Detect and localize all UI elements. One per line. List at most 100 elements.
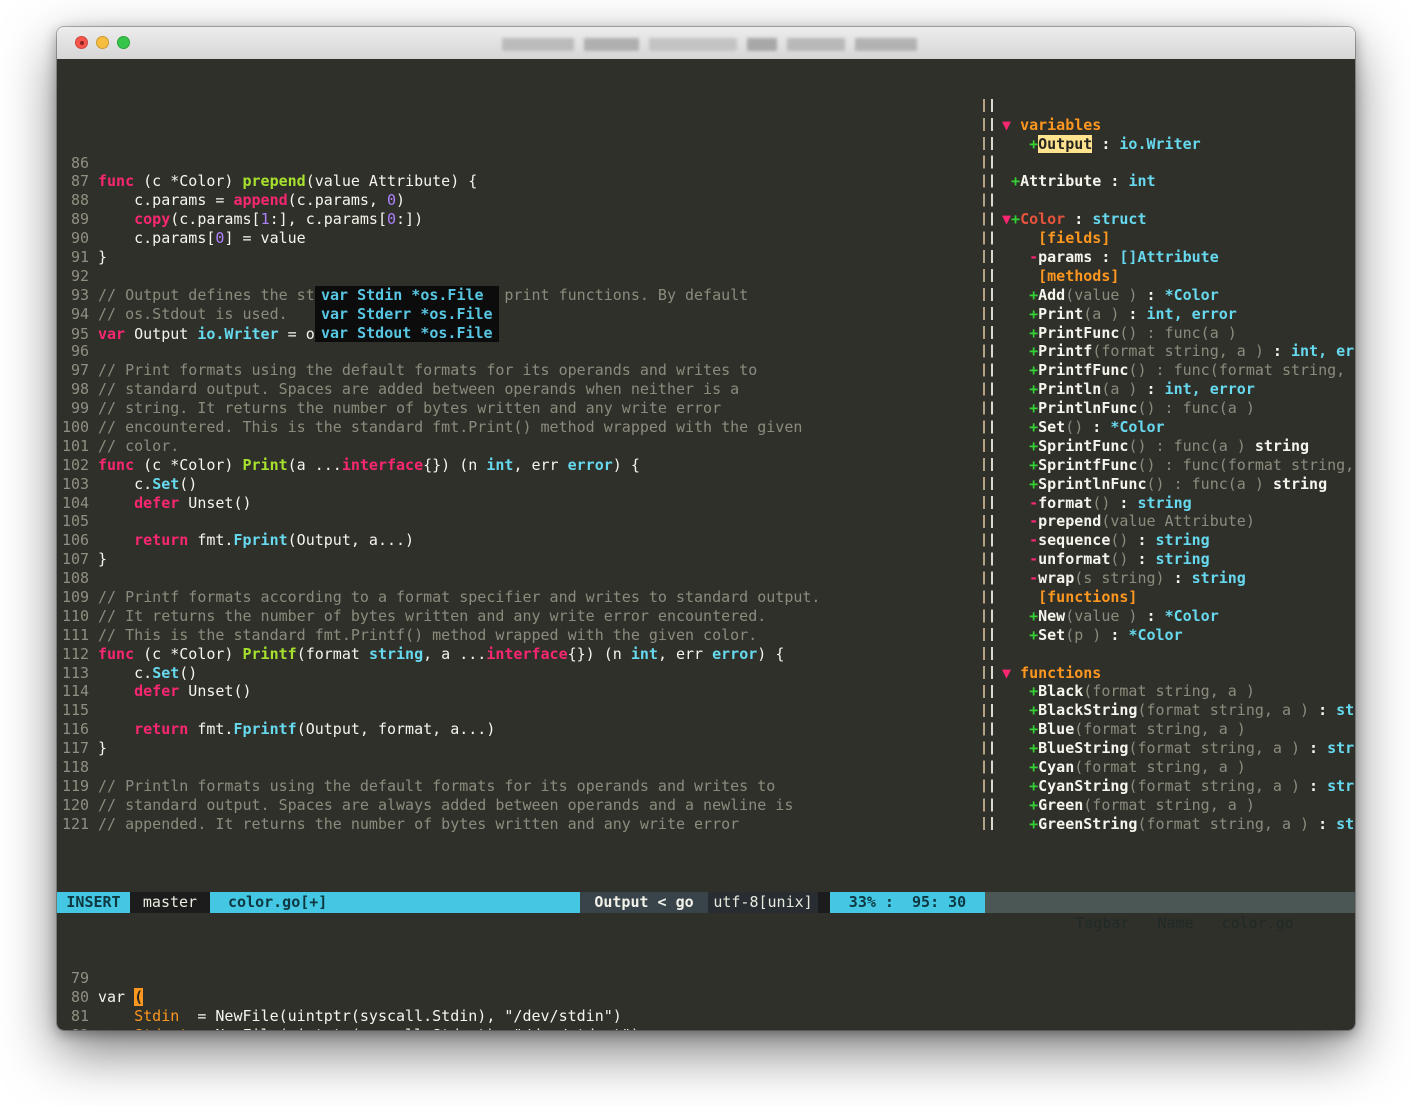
code-line[interactable]: 120// standard output. Spaces are always… [57,796,980,815]
code-line[interactable]: 117} [57,739,980,758]
code-line[interactable]: 99// string. It returns the number of by… [57,399,980,418]
code-line[interactable]: 102func (c *Color) Print(a ...interface{… [57,456,980,475]
tagbar-item[interactable] [1002,153,1355,172]
tagbar-item[interactable]: ▼ functions [1002,664,1355,683]
tagbar-item[interactable]: +CyanString(format string, a ) : string [1002,777,1355,796]
code-line[interactable]: 119// Println formats using the default … [57,777,980,796]
code-line[interactable]: 105 [57,512,980,531]
vertical-split-separator[interactable] [980,97,994,835]
tagbar-item[interactable]: +Println(a ) : int, error [1002,380,1355,399]
tagbar-panel[interactable]: ▼ variables +Output : io.Writer +Attribu… [994,97,1355,835]
line-number: 81 [57,1007,89,1026]
code-line[interactable]: 118 [57,758,980,777]
tagbar-item[interactable]: ▼ variables [1002,116,1355,135]
code-line[interactable]: 90 c.params[0] = value [57,229,980,248]
tagbar-item[interactable]: +Green(format string, a ) [1002,796,1355,815]
token: defer [134,494,179,512]
tagbar-item[interactable]: +SprintfFunc() : func(format string, a )… [1002,456,1355,475]
code-line[interactable]: 93// Output defines the standard output … [57,286,980,305]
code-window[interactable]: var Stdin *os.Filevar Stderr *os.Filevar… [57,97,980,835]
tagbar-item[interactable]: +BlackString(format string, a ) : string [1002,701,1355,720]
code-line[interactable]: 97// Print formats using the default for… [57,361,980,380]
tagbar-item[interactable]: +PrintfFunc() : func(format string, a ) [1002,361,1355,380]
completion-item[interactable]: var Stderr *os.File [315,305,499,324]
zoom-button[interactable] [117,36,130,49]
code-line[interactable]: 111// This is the standard fmt.Printf() … [57,626,980,645]
tagbar-item[interactable]: -prepend(value Attribute) [1002,512,1355,531]
code-line[interactable]: 106 return fmt.Fprint(Output, a...) [57,531,980,550]
tagbar-item[interactable]: +GreenString(format string, a ) : string [1002,815,1355,834]
code-line[interactable]: 115 [57,701,980,720]
close-button[interactable] [75,36,88,49]
tagbar-item[interactable]: +PrintlnFunc() : func(a ) [1002,399,1355,418]
git-branch-segment: master [130,892,210,913]
tagbar-item[interactable] [1002,97,1355,116]
godoc-line[interactable]: 80var ( [57,988,1355,1007]
token: Println [1038,380,1101,398]
code-line[interactable]: 110// It returns the number of bytes wri… [57,607,980,626]
code-line[interactable]: 116 return fmt.Fprintf(Output, format, a… [57,720,980,739]
tagbar-item[interactable]: -unformat() : string [1002,550,1355,569]
token: c.params = [98,191,233,209]
code-line[interactable]: 122// encountered. This is the standard … [57,834,980,835]
code-line[interactable]: 96 [57,342,980,361]
code-line[interactable]: 107} [57,550,980,569]
tagbar-item[interactable]: -params : []Attribute [1002,248,1355,267]
tagbar-item[interactable]: +Output : io.Writer [1002,135,1355,154]
tagbar-item[interactable]: +Print(a ) : int, error [1002,305,1355,324]
code-line[interactable]: 101// color. [57,437,980,456]
godoc-line[interactable]: 79 [57,969,1355,988]
tagbar-item[interactable]: +Add(value ) : *Color [1002,286,1355,305]
tagbar-item[interactable]: +SprintlnFunc() : func(a ) string [1002,475,1355,494]
tagbar-item[interactable]: +SprintFunc() : func(a ) string [1002,437,1355,456]
code-line[interactable]: 103 c.Set() [57,475,980,494]
tagbar-item[interactable]: +Printf(format string, a ) : int, error [1002,342,1355,361]
tagbar-item[interactable]: -wrap(s string) : string [1002,569,1355,588]
code-line[interactable]: 108 [57,569,980,588]
tagbar-item[interactable]: +BlueString(format string, a ) : string [1002,739,1355,758]
minimize-button[interactable] [96,36,109,49]
godoc-line[interactable]: 81 Stdin = NewFile(uintptr(syscall.Stdin… [57,1007,1355,1026]
token: + [1029,720,1038,738]
code-line[interactable]: 113 c.Set() [57,664,980,683]
tagbar-item[interactable]: [methods] [1002,267,1355,286]
token [1002,135,1029,153]
tagbar-item[interactable]: +Blue(format string, a ) [1002,720,1355,739]
tagbar-item[interactable]: +New(value ) : *Color [1002,607,1355,626]
code-line[interactable]: 87func (c *Color) prepend(value Attribut… [57,172,980,191]
token: error [568,456,613,474]
token: + [1029,739,1038,757]
code-line[interactable]: 92 [57,267,980,286]
tagbar-item[interactable] [1002,645,1355,664]
code-line[interactable]: 86 [57,154,980,173]
completion-item[interactable]: var Stdout *os.File [315,324,499,343]
code-line[interactable]: 114 defer Unset() [57,682,980,701]
tagbar-item[interactable]: +Set(p ) : *Color [1002,626,1355,645]
tagbar-item[interactable]: +Black(format string, a ) [1002,682,1355,701]
code-line[interactable]: 112func (c *Color) Printf(format string,… [57,645,980,664]
tagbar-item[interactable]: -format() : string [1002,494,1355,513]
code-line[interactable]: 94// os.Stdout is used. [57,305,980,324]
tagbar-item[interactable]: +Set() : *Color [1002,418,1355,437]
tagbar-item[interactable]: +Cyan(format string, a ) [1002,758,1355,777]
tagbar-item[interactable]: +Attribute : int [1002,172,1355,191]
godoc-window[interactable]: 79 80var ( 81 Stdin = NewFile(uintptr(sy… [57,969,1355,1030]
godoc-line[interactable]: 82 Stdout = NewFile(uintptr(syscall.Stdo… [57,1026,1355,1030]
tagbar-item[interactable]: [functions] [1002,588,1355,607]
completion-item[interactable]: var Stdin *os.File [315,286,499,305]
code-line[interactable]: 109// Printf formats according to a form… [57,588,980,607]
tagbar-item[interactable]: ▼+Color : struct [1002,210,1355,229]
tagbar-item[interactable]: -sequence() : string [1002,531,1355,550]
code-line[interactable]: 88 c.params = append(c.params, 0) [57,191,980,210]
tagbar-item[interactable]: [fields] [1002,229,1355,248]
code-line[interactable]: 98// standard output. Spaces are added b… [57,380,980,399]
titlebar[interactable] [57,27,1355,60]
code-line[interactable]: 91} [57,248,980,267]
code-line[interactable]: 100// encountered. This is the standard … [57,418,980,437]
tagbar-item[interactable]: +PrintFunc() : func(a ) [1002,324,1355,343]
tagbar-item[interactable] [1002,191,1355,210]
code-line[interactable]: 121// appended. It returns the number of… [57,815,980,834]
code-line[interactable]: 104 defer Unset() [57,494,980,513]
code-line[interactable]: 89 copy(c.params[1:], c.params[0:]) [57,210,980,229]
code-line[interactable]: 95var Output io.Writer = os.Std [57,324,980,343]
